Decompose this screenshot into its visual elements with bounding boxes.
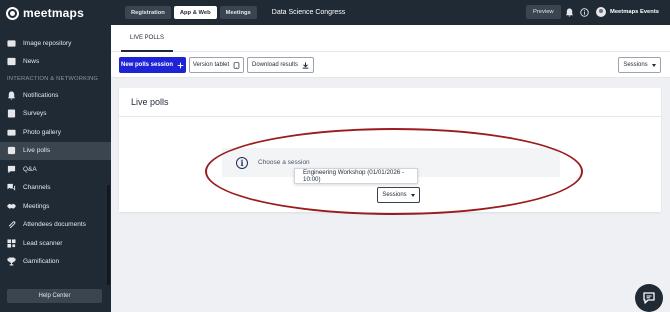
preview-button[interactable]: Preview	[526, 5, 561, 19]
qr-icon	[7, 239, 16, 248]
handshake-icon	[7, 202, 16, 211]
info-icon[interactable]	[579, 7, 589, 17]
photo-icon	[7, 128, 16, 137]
tablet-icon	[233, 61, 240, 69]
help-center-button[interactable]: Help Center	[7, 289, 102, 303]
new-polls-session-button[interactable]: New polls session	[119, 57, 186, 73]
news-icon	[7, 57, 16, 66]
button-label: New polls session	[120, 62, 174, 68]
survey-icon	[7, 109, 16, 118]
trophy-icon	[7, 257, 16, 266]
plus-icon	[177, 62, 184, 68]
sidebar-item-image-repository[interactable]: Image repository	[0, 34, 111, 53]
top-bar: Registration App & Web Meetings Data Sci…	[111, 0, 670, 25]
chat-bubble-icon	[643, 292, 655, 304]
sidebar-item-label: Meetings	[23, 202, 50, 210]
chevron-down-icon	[651, 63, 656, 67]
sidebar: meetmaps Image repository News INTERACTI…	[0, 0, 111, 312]
sidebar-item-label: Photo gallery	[23, 128, 61, 136]
logo[interactable]: meetmaps	[0, 0, 111, 26]
sidebar-section-heading: INTERACTION & NETWORKING	[7, 75, 99, 82]
chat-support-button[interactable]	[635, 284, 663, 312]
download-results-button[interactable]: Download results	[247, 57, 314, 73]
poll-icon	[7, 146, 16, 155]
choose-session-text: Choose a session	[258, 159, 310, 166]
chat-icon	[7, 165, 16, 174]
main-content: LIVE POLLS New polls session Version tab…	[111, 25, 670, 312]
sidebar-item-label: Attendees documents	[23, 221, 86, 229]
live-polls-card: Live polls i Choose a session Engineerin…	[119, 88, 661, 212]
avatar	[596, 7, 606, 17]
sidebar-nav: Image repository News INTERACTION & NETW…	[0, 34, 111, 271]
sidebar-item-surveys[interactable]: Surveys	[0, 105, 111, 124]
logo-icon	[6, 6, 19, 20]
sidebar-item-label: Q&A	[23, 165, 37, 173]
bell-icon	[7, 91, 16, 100]
account-menu[interactable]: Meetmaps Events	[596, 5, 659, 19]
bell-icon[interactable]	[564, 7, 574, 17]
sidebar-item-live-polls[interactable]: Live polls	[0, 141, 111, 160]
button-label: Version tablet	[192, 62, 230, 68]
button-label: Sessions	[623, 62, 648, 68]
tab-registration[interactable]: Registration	[125, 6, 171, 19]
sidebar-item-label: Gamification	[23, 258, 60, 266]
download-icon	[302, 61, 309, 69]
sessions-dropdown-button[interactable]: Sessions	[618, 57, 661, 73]
sidebar-item-attendees-documents[interactable]: Attendees documents	[0, 216, 111, 235]
button-label: Sessions	[382, 192, 407, 198]
account-name: Meetmaps Events	[610, 9, 659, 15]
sidebar-item-label: Image repository	[23, 39, 72, 47]
sidebar-item-label: Channels	[23, 184, 51, 192]
card-title: Live polls	[119, 88, 661, 117]
sidebar-item-channels[interactable]: Channels	[0, 179, 111, 198]
sidebar-item-lead-scanner[interactable]: Lead scanner	[0, 234, 111, 253]
sidebar-item-photo-gallery[interactable]: Photo gallery	[0, 123, 111, 142]
session-option[interactable]: Engineering Workshop (01/01/2026 - 10:00…	[294, 168, 418, 184]
tab-meetings[interactable]: Meetings	[219, 6, 257, 19]
event-title: Data Science Congress	[271, 9, 346, 16]
sidebar-item-label: Notifications	[23, 91, 59, 99]
sidebar-item-meetings[interactable]: Meetings	[0, 197, 111, 216]
sidebar-item-gamification[interactable]: Gamification	[0, 253, 111, 272]
sidebar-item-label: News	[23, 58, 40, 66]
logo-text: meetmaps	[23, 6, 84, 20]
sidebar-item-label: Live polls	[23, 147, 51, 155]
sessions-select-button[interactable]: Sessions	[377, 187, 420, 203]
sidebar-item-label: Surveys	[23, 110, 47, 118]
attachment-icon	[7, 220, 16, 229]
button-label: Download results	[251, 62, 299, 68]
tab-live-polls[interactable]: LIVE POLLS	[121, 25, 174, 52]
channels-icon	[7, 183, 16, 192]
chevron-down-icon	[410, 193, 415, 197]
sidebar-item-notifications[interactable]: Notifications	[0, 86, 111, 105]
sidebar-item-news[interactable]: News	[0, 53, 111, 72]
sidebar-scrollbar[interactable]	[107, 185, 110, 285]
version-tablet-button[interactable]: Version tablet	[189, 57, 244, 73]
sidebar-item-qa[interactable]: Q&A	[0, 160, 111, 179]
sidebar-item-label: Lead scanner	[23, 239, 63, 247]
page-tabs: LIVE POLLS	[111, 25, 670, 52]
image-icon	[7, 39, 16, 48]
info-icon: i	[236, 156, 248, 169]
tab-app-web[interactable]: App & Web	[173, 6, 217, 19]
